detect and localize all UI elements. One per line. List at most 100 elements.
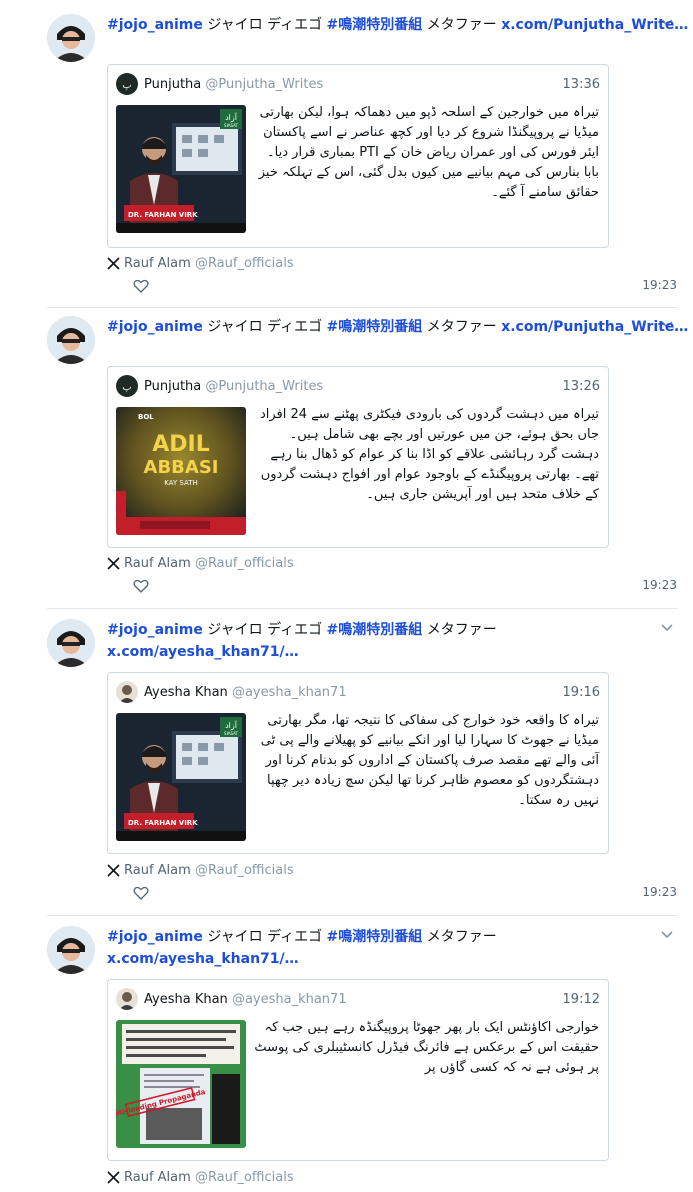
quote-handle[interactable]: @ayesha_khan71 <box>232 992 347 1007</box>
quote-thumbnail[interactable]: DR. FARHAN VIRK آزاد SIASAT <box>116 105 246 233</box>
via-name: Rauf Alam <box>124 863 191 878</box>
hashtag-link[interactable]: #鳴潮特別番組 <box>327 929 423 945</box>
url-link[interactable]: x.com/Punjutha_Write… <box>501 319 688 335</box>
logo-sub-text: SIASAT <box>224 123 238 128</box>
logo-text: آزاد <box>225 112 238 122</box>
post-text-jp: ジャイロ ディエゴ <box>202 929 327 945</box>
url-link[interactable]: x.com/ayesha_khan71/… <box>107 644 299 660</box>
hashtag-link[interactable]: #鳴潮特別番組 <box>327 17 423 33</box>
post-text: #jojo_anime ジャイロ ディエゴ #鳴潮特別番組 メタファー x.co… <box>107 14 688 36</box>
post: #jojo_anime ジャイロ ディエゴ #鳴潮特別番組 メタファー x.co… <box>47 926 677 1192</box>
post-text-jp: メタファー <box>422 622 497 638</box>
url-link[interactable]: x.com/Punjutha_Write… <box>501 17 688 33</box>
hashtag-link[interactable]: #鳴潮特別番組 <box>327 622 423 638</box>
quote-author[interactable]: Ayesha Khan @ayesha_khan71 <box>144 681 347 705</box>
x-logo-icon <box>107 1171 120 1184</box>
quote-time: 19:12 <box>562 992 600 1007</box>
quote-text: خوارجی اکاؤنٹس ایک بار پھر جھوٹا پروپیگن… <box>254 1020 599 1075</box>
quote-card[interactable]: Ayesha Khan @ayesha_khan71 19:12 Mislead… <box>107 979 609 1161</box>
via-line[interactable]: Rauf Alam @Rauf_officials <box>107 254 294 274</box>
heart-icon[interactable] <box>133 278 149 294</box>
avatar[interactable] <box>47 316 95 364</box>
post-text-jp: メタファー <box>422 319 502 335</box>
via-name: Rauf Alam <box>124 1170 191 1185</box>
title-line-3: KAY SATH <box>164 479 198 487</box>
quote-header: پ Punjutha @Punjutha_Writes 13:36 <box>116 73 600 97</box>
post-text-jp: メタファー <box>422 17 502 33</box>
quote-handle[interactable]: @Punjutha_Writes <box>205 379 323 394</box>
quote-time: 13:36 <box>562 77 600 92</box>
post-text: #jojo_anime ジャイロ ディエゴ #鳴潮特別番組 メタファー x.co… <box>107 316 688 338</box>
post-text: #jojo_anime ジャイロ ディエゴ #鳴潮特別番組 メタファー x.co… <box>107 926 527 970</box>
quote-avatar <box>116 681 138 703</box>
quote-card[interactable]: پ Punjutha @Punjutha_Writes 13:36 DR. FA… <box>107 64 609 248</box>
badge-text: DR. FARHAN VIRK <box>128 819 198 827</box>
x-logo-icon <box>107 864 120 877</box>
via-handle[interactable]: @Rauf_officials <box>195 256 294 271</box>
quote-author[interactable]: Punjutha @Punjutha_Writes <box>144 375 323 399</box>
post: #jojo_anime ジャイロ ディエゴ #鳴潮特別番組 メタファー x.co… <box>47 316 688 609</box>
hashtag-link[interactable]: #jojo_anime <box>107 17 203 33</box>
avatar[interactable] <box>47 14 95 62</box>
via-handle[interactable]: @Rauf_officials <box>195 1170 294 1185</box>
post-text-jp: ジャイロ ディエゴ <box>202 622 327 638</box>
quote-card[interactable]: Ayesha Khan @ayesha_khan71 19:16 DR. FAR… <box>107 672 609 854</box>
title-line-1: ADIL <box>152 432 210 457</box>
hashtag-link[interactable]: #jojo_anime <box>107 929 203 945</box>
hashtag-link[interactable]: #鳴潮特別番組 <box>327 319 423 335</box>
heart-icon[interactable] <box>133 885 149 901</box>
quote-author[interactable]: Ayesha Khan @ayesha_khan71 <box>144 988 347 1012</box>
post-text-jp: ジャイロ ディエゴ <box>202 319 327 335</box>
quote-author[interactable]: Punjutha @Punjutha_Writes <box>144 73 323 97</box>
quote-header: پ Punjutha @Punjutha_Writes 13:26 <box>116 375 600 399</box>
avatar[interactable] <box>47 619 95 667</box>
quote-avatar: پ <box>116 375 138 397</box>
quote-thumbnail[interactable]: Misleading Propaganda <box>116 1020 246 1148</box>
via-line[interactable]: Rauf Alam @Rauf_officials <box>107 1168 294 1188</box>
via-line[interactable]: Rauf Alam @Rauf_officials <box>107 554 294 574</box>
quote-handle[interactable]: @ayesha_khan71 <box>232 685 347 700</box>
post: #jojo_anime ジャイロ ディエゴ #鳴潮特別番組 メタファー x.co… <box>47 14 688 308</box>
url-link[interactable]: x.com/ayesha_khan71/… <box>107 951 299 967</box>
via-handle[interactable]: @Rauf_officials <box>195 556 294 571</box>
logo-text: آزاد <box>225 720 238 730</box>
chevron-down-icon[interactable] <box>659 926 675 942</box>
svg-text:پ: پ <box>122 382 131 393</box>
quote-text: تیراہ کا واقعہ خود خوارج کی سفاکی کا نتی… <box>260 713 599 808</box>
quote-avatar <box>116 988 138 1010</box>
post-time: 19:23 <box>642 278 677 292</box>
via-line[interactable]: Rauf Alam @Rauf_officials <box>107 861 294 881</box>
brand-text: BOL <box>138 413 154 421</box>
post-text-jp: ジャイロ ディエゴ <box>202 17 327 33</box>
quote-text: تیراہ میں خوارجین کے اسلحہ ڈپو میں دھماک… <box>258 105 599 200</box>
via-handle[interactable]: @Rauf_officials <box>195 863 294 878</box>
quote-thumbnail[interactable]: BOL ADIL ABBASI KAY SATH <box>116 407 246 535</box>
quote-avatar: پ <box>116 73 138 95</box>
quote-time: 19:16 <box>562 685 600 700</box>
heart-icon[interactable] <box>133 578 149 594</box>
post: #jojo_anime ジャイロ ディエゴ #鳴潮特別番組 メタファー x.co… <box>47 619 677 916</box>
post-time: 19:23 <box>642 578 677 592</box>
quote-header: Ayesha Khan @ayesha_khan71 19:16 <box>116 681 600 705</box>
post-text: #jojo_anime ジャイロ ディエゴ #鳴潮特別番組 メタファー x.co… <box>107 619 527 663</box>
svg-text:پ: پ <box>122 80 131 91</box>
post-time: 19:23 <box>642 885 677 899</box>
quote-text: تیراہ میں دہشت گردوں کی بارودی فیکٹری پھ… <box>259 407 599 502</box>
quote-header: Ayesha Khan @ayesha_khan71 19:12 <box>116 988 600 1012</box>
logo-sub-text: SIASAT <box>224 731 238 736</box>
quote-handle[interactable]: @Punjutha_Writes <box>205 77 323 92</box>
x-logo-icon <box>107 257 120 270</box>
quote-time: 13:26 <box>562 379 600 394</box>
badge-text: DR. FARHAN VIRK <box>128 211 198 219</box>
quote-thumbnail[interactable]: DR. FARHAN VIRK آزاد SIASAT <box>116 713 246 841</box>
chevron-down-icon[interactable] <box>659 619 675 635</box>
avatar[interactable] <box>47 926 95 974</box>
via-name: Rauf Alam <box>124 556 191 571</box>
quote-card[interactable]: پ Punjutha @Punjutha_Writes 13:26 BOL AD… <box>107 366 609 548</box>
x-logo-icon <box>107 557 120 570</box>
title-line-2: ABBASI <box>144 457 219 478</box>
via-name: Rauf Alam <box>124 256 191 271</box>
hashtag-link[interactable]: #jojo_anime <box>107 319 203 335</box>
hashtag-link[interactable]: #jojo_anime <box>107 622 203 638</box>
post-text-jp: メタファー <box>422 929 497 945</box>
